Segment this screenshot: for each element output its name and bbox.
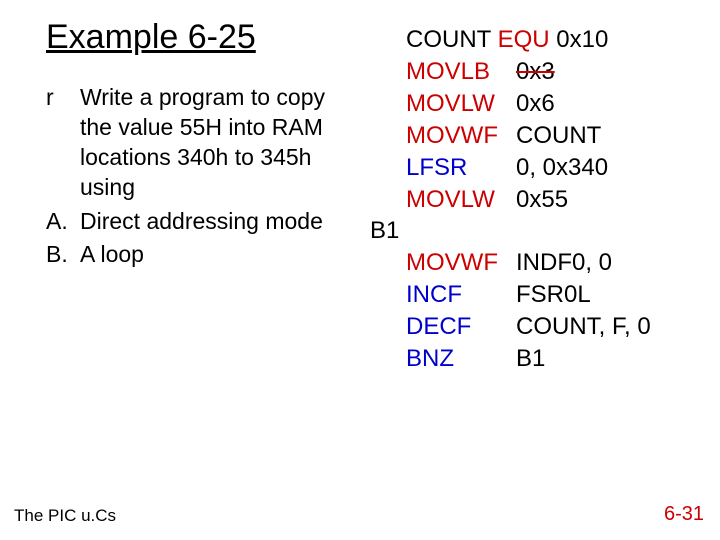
bullet-marker: r — [46, 83, 80, 203]
slide: Example 6-25 r Write a program to copy t… — [0, 0, 720, 375]
code-line: MOVLW0x55 — [370, 184, 690, 216]
code-line: MOVLW0x6 — [370, 88, 690, 120]
bullet-text: Write a program to copy the value 55H in… — [80, 83, 342, 203]
code-mnemonic: LFSR — [406, 152, 516, 184]
code-mnemonic: MOVLB — [406, 56, 516, 88]
code-line: MOVWFINDF0, 0 — [370, 247, 690, 279]
code-line-struck: MOVLB0x3 — [370, 56, 690, 88]
code-mnemonic: MOVWF — [406, 120, 516, 152]
code-arg: 0x55 — [516, 186, 568, 213]
code-mnemonic: MOVLW — [406, 88, 516, 120]
code-line: MOVWFCOUNT — [370, 120, 690, 152]
bullet-text: Direct addressing mode — [80, 207, 323, 237]
code-line: BNZB1 — [370, 343, 690, 375]
bullet-list: r Write a program to copy the value 55H … — [46, 83, 342, 270]
left-column: Example 6-25 r Write a program to copy t… — [46, 18, 342, 375]
code-line: DECFCOUNT, F, 0 — [370, 311, 690, 343]
code-arg: B1 — [516, 345, 545, 372]
code-label: COUNT — [406, 26, 491, 53]
bullet-text: A loop — [80, 240, 144, 270]
code-arg: 0x10 — [550, 26, 609, 53]
bullet-marker: A. — [46, 207, 80, 237]
code-mnemonic: EQU — [498, 26, 550, 53]
bullet-marker: B. — [46, 240, 80, 270]
code-arg: FSR0L — [516, 281, 591, 308]
code-line: INCFFSR0L — [370, 279, 690, 311]
code-arg: 0, 0x340 — [516, 154, 608, 181]
list-item: B. A loop — [46, 240, 342, 270]
code-line: LFSR0, 0x340 — [370, 152, 690, 184]
list-item: r Write a program to copy the value 55H … — [46, 83, 342, 203]
code-arg: 0x6 — [516, 90, 555, 117]
list-item: A. Direct addressing mode — [46, 207, 342, 237]
code-mnemonic: INCF — [406, 279, 516, 311]
code-arg: 0x3 — [516, 58, 555, 85]
code-mnemonic: MOVWF — [406, 247, 516, 279]
code-label-line: B1 — [370, 215, 690, 247]
slide-title: Example 6-25 — [46, 18, 342, 57]
code-arg: INDF0, 0 — [516, 249, 612, 276]
code-arg: COUNT — [516, 122, 601, 149]
footer-left: The PIC u.Cs — [14, 506, 116, 526]
code-arg: COUNT, F, 0 — [516, 313, 651, 340]
code-mnemonic: DECF — [406, 311, 516, 343]
code-mnemonic: MOVLW — [406, 184, 516, 216]
code-block: COUNT EQU 0x10 MOVLB0x3 MOVLW0x6 MOVWFCO… — [370, 18, 690, 375]
footer-page-number: 6-31 — [664, 503, 704, 526]
code-mnemonic: BNZ — [406, 343, 516, 375]
code-line: COUNT EQU 0x10 — [370, 24, 690, 56]
